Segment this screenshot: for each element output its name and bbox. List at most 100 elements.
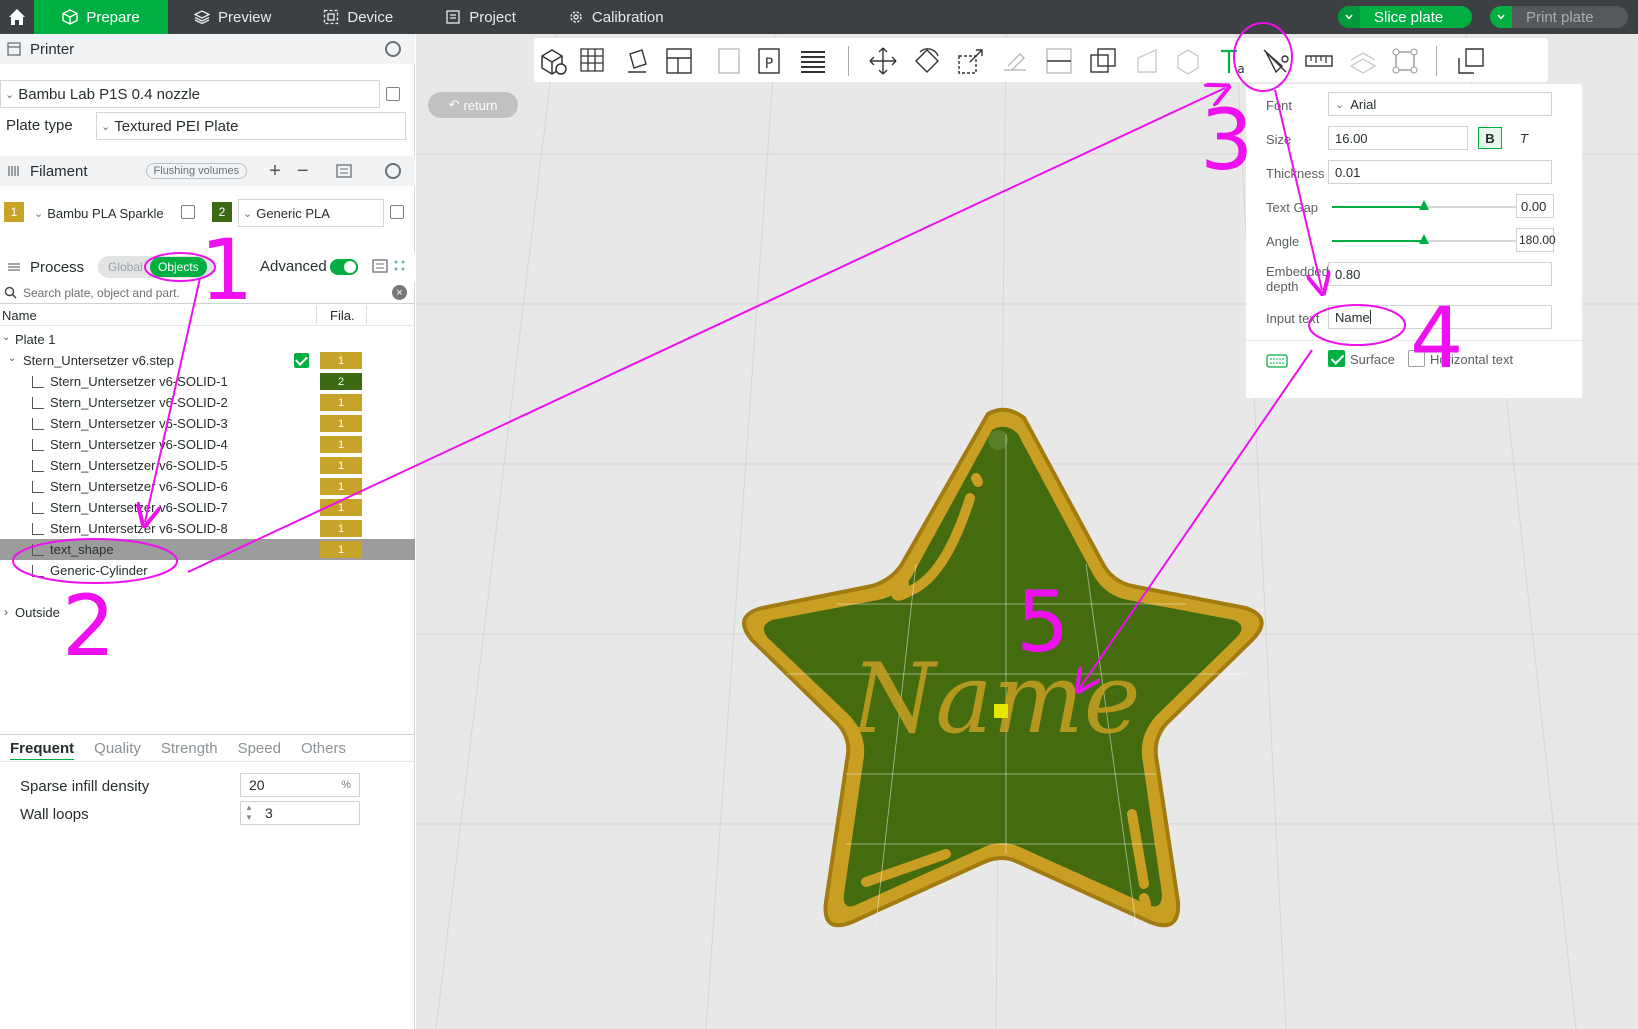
tree-part-row[interactable]: Stern_Untersetzer v6-SOLID-8 1 [0, 518, 415, 539]
add-object-icon[interactable] [538, 46, 568, 76]
chevron-down-icon[interactable]: ⌄ [2, 332, 10, 343]
edit-icon[interactable] [390, 205, 404, 219]
support-paint-icon[interactable] [1132, 46, 1162, 76]
rotate-icon[interactable] [912, 46, 942, 76]
part-filament-badge[interactable]: 1 [320, 436, 362, 453]
thickness-input[interactable]: 0.01 [1328, 160, 1552, 184]
object-filament-badge[interactable]: 1 [320, 352, 362, 369]
flushing-volumes-button[interactable]: Flushing volumes [145, 163, 248, 179]
size-input[interactable]: 16.00 [1328, 126, 1468, 150]
tab-prepare[interactable]: Prepare [34, 0, 168, 34]
embedded-depth-input[interactable]: 0.80 [1328, 262, 1552, 286]
advanced-toggle[interactable] [330, 259, 358, 275]
arrange-icon[interactable] [664, 46, 694, 76]
part-filament-badge[interactable]: 1 [320, 415, 362, 432]
global-option[interactable]: Global [98, 260, 150, 274]
text-gap-slider[interactable] [1332, 200, 1516, 210]
grid-dots-icon[interactable] [393, 259, 407, 273]
tree-object-row[interactable]: ⌄ Stern_Untersetzer v6.step 1 [0, 350, 415, 371]
explode-view-icon[interactable] [1456, 46, 1486, 76]
italic-button[interactable]: T [1512, 127, 1536, 149]
star-coaster-model[interactable]: Name [726, 404, 1286, 964]
font-select[interactable]: ⌄ Arial [1328, 92, 1552, 116]
sparse-infill-input[interactable]: 20 % [240, 773, 360, 797]
measure-icon[interactable] [1304, 46, 1334, 76]
chevron-right-icon[interactable]: › [4, 605, 8, 619]
split-objects-icon[interactable] [714, 46, 744, 76]
text-gap-input[interactable]: 0.00 [1516, 194, 1554, 218]
remove-icon[interactable]: − [297, 160, 309, 183]
add-icon[interactable]: + [269, 160, 281, 183]
tab-preview[interactable]: Preview [168, 0, 297, 34]
text-anchor-handle[interactable] [994, 704, 1008, 718]
print-plate-button[interactable]: Print plate [1490, 6, 1628, 28]
auto-orient-icon[interactable] [622, 46, 652, 76]
part-filament-badge[interactable]: 1 [320, 541, 362, 558]
tab-device[interactable]: Device [297, 0, 419, 34]
tree-part-row[interactable]: Stern_Untersetzer v6-SOLID-5 1 [0, 455, 415, 476]
global-objects-toggle[interactable]: Global Objects [98, 256, 216, 278]
part-filament-badge[interactable]: 1 [320, 394, 362, 411]
chevron-down-icon[interactable] [1490, 6, 1512, 28]
3d-viewport[interactable]: Name P a ↶ return Font ⌄ Arial Size 16.0… [416, 34, 1638, 1029]
slider-thumb[interactable] [1419, 234, 1429, 244]
tab-others[interactable]: Others [291, 740, 356, 757]
brim-ears-icon[interactable] [1390, 46, 1420, 76]
plate-type-select[interactable]: ⌄ Textured PEI Plate [96, 112, 406, 140]
part-filament-badge[interactable]: 1 [320, 520, 362, 537]
variable-layer-icon[interactable] [798, 46, 828, 76]
tree-part-row[interactable]: Stern_Untersetzer v6-SOLID-6 1 [0, 476, 415, 497]
gear-icon[interactable] [385, 163, 401, 179]
tab-quality[interactable]: Quality [84, 740, 151, 757]
tab-speed[interactable]: Speed [228, 740, 291, 757]
lay-on-face-icon[interactable] [1000, 46, 1030, 76]
split-parts-icon[interactable]: P [754, 46, 784, 76]
part-filament-badge[interactable]: 2 [320, 373, 362, 390]
move-icon[interactable] [868, 46, 898, 76]
surface-checkbox[interactable] [1328, 350, 1345, 367]
return-button[interactable]: ↶ return [428, 92, 518, 118]
edit-icon[interactable] [386, 87, 400, 101]
objects-option[interactable]: Objects [150, 257, 207, 277]
gear-icon[interactable] [385, 41, 401, 57]
object-visible-checkbox[interactable] [294, 353, 309, 368]
tab-frequent[interactable]: Frequent [0, 740, 84, 757]
tab-project[interactable]: Project [419, 0, 542, 34]
filament-1-select[interactable]: ⌄ Bambu PLA Sparkle [30, 199, 198, 227]
color-paint-icon[interactable] [1260, 46, 1290, 76]
angle-input[interactable]: 180.00 [1516, 228, 1556, 252]
tree-part-row[interactable]: Stern_Untersetzer v6-SOLID-4 1 [0, 434, 415, 455]
cut-icon[interactable] [1044, 46, 1074, 76]
clear-icon[interactable]: × [392, 285, 407, 300]
assembly-icon[interactable] [1348, 46, 1378, 76]
filament-2-select[interactable]: ⌄ Generic PLA [238, 199, 384, 227]
scale-icon[interactable] [956, 46, 986, 76]
keyboard-icon[interactable] [1266, 354, 1288, 368]
chevron-down-icon[interactable]: ⌄ [8, 353, 16, 364]
part-filament-badge[interactable]: 1 [320, 478, 362, 495]
tab-calibration[interactable]: Calibration [542, 0, 690, 34]
slider-thumb[interactable] [1419, 200, 1429, 210]
part-filament-badge[interactable]: 1 [320, 499, 362, 516]
compare-icon[interactable] [372, 258, 390, 274]
bold-button[interactable]: B [1478, 127, 1502, 149]
tree-part-row[interactable]: text_shape 1 [0, 539, 415, 560]
part-filament-badge[interactable]: 1 [320, 457, 362, 474]
tree-part-row[interactable]: Stern_Untersetzer v6-SOLID-7 1 [0, 497, 415, 518]
stepper-arrows-icon[interactable]: ▲ ▼ [245, 803, 253, 823]
text-tool-icon[interactable]: a [1218, 46, 1248, 76]
tree-plate-row[interactable]: ⌄ Plate 1 [0, 329, 415, 350]
home-button[interactable] [0, 0, 34, 34]
tree-part-row[interactable]: Stern_Untersetzer v6-SOLID-1 2 [0, 371, 415, 392]
wall-loops-stepper[interactable]: ▲ ▼ 3 [240, 801, 360, 825]
edit-icon[interactable] [181, 205, 195, 219]
seam-paint-icon[interactable] [1174, 46, 1204, 76]
tree-part-row[interactable]: Stern_Untersetzer v6-SOLID-3 1 [0, 413, 415, 434]
mesh-boolean-icon[interactable] [1088, 46, 1118, 76]
tree-part-row[interactable]: Stern_Untersetzer v6-SOLID-2 1 [0, 392, 415, 413]
chevron-down-icon[interactable] [1338, 6, 1360, 28]
slice-plate-button[interactable]: Slice plate [1338, 6, 1472, 28]
add-plate-icon[interactable] [578, 46, 608, 76]
sync-icon[interactable] [335, 163, 353, 179]
tab-strength[interactable]: Strength [151, 740, 228, 757]
